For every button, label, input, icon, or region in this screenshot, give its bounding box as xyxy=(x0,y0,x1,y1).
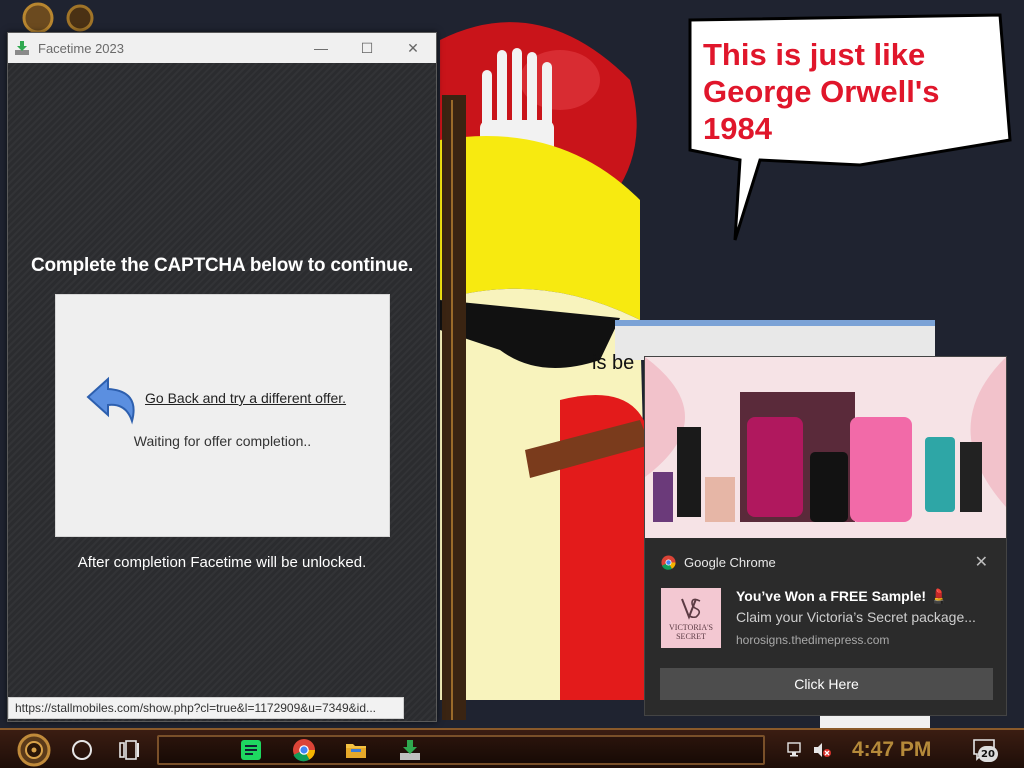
start-button[interactable] xyxy=(8,732,60,768)
go-back-link[interactable]: Go Back and try a different offer. xyxy=(145,390,346,406)
notification-count-badge: 20 xyxy=(978,746,998,762)
victorias-secret-logo: VICTORIA'S SECRET xyxy=(661,588,721,648)
notification-header: Google Chrome xyxy=(661,555,776,570)
status-url-bar: https://stallmobiles.com/show.php?cl=tru… xyxy=(8,697,404,719)
window-content: Complete the CAPTCHA below to continue. … xyxy=(8,63,436,721)
close-button[interactable]: ✕ xyxy=(390,33,436,63)
chrome-icon[interactable] xyxy=(292,738,316,762)
taskbar-clock[interactable]: 4:47 PM xyxy=(852,738,931,762)
file-explorer-icon[interactable] xyxy=(344,738,368,762)
minimize-button[interactable]: — xyxy=(298,33,344,63)
volume-muted-icon[interactable] xyxy=(812,742,832,758)
download-icon xyxy=(15,41,29,55)
taskbar: 4:47 PM 20 xyxy=(0,728,1024,768)
back-arrow-icon[interactable] xyxy=(86,375,142,425)
search-circle-icon[interactable] xyxy=(72,740,92,760)
captcha-panel: Go Back and try a different offer. Waiti… xyxy=(55,294,390,537)
notification-close-button[interactable]: ✕ xyxy=(975,552,988,572)
waiting-status: Waiting for offer completion.. xyxy=(133,433,312,449)
captcha-heading: Complete the CAPTCHA below to continue. xyxy=(30,255,414,276)
speech-bubble-text: This is just like George Orwell's 1984 xyxy=(703,37,940,146)
network-icon[interactable] xyxy=(787,742,805,758)
task-view-icon[interactable] xyxy=(118,739,140,761)
facetime-window: Facetime 2023 — ☐ ✕ Complete the CAPTCHA… xyxy=(7,32,437,722)
completion-notice: After completion Facetime will be unlock… xyxy=(77,554,367,571)
notification-source: horosigns.thedimepress.com xyxy=(736,633,890,647)
facetime-installer-icon[interactable] xyxy=(398,738,422,762)
vs-monogram-icon xyxy=(681,598,701,620)
notification-app-name: Google Chrome xyxy=(684,555,776,570)
chrome-notification[interactable]: Google Chrome ✕ VICTORIA'S SECRET You’ve… xyxy=(644,356,1007,716)
click-here-button[interactable]: Click Here xyxy=(660,668,993,700)
spotify-icon[interactable] xyxy=(239,738,263,762)
background-window-text: is be xyxy=(592,352,635,374)
logo-wordmark: VICTORIA'S SECRET xyxy=(669,623,713,641)
maximize-button[interactable]: ☐ xyxy=(344,33,390,63)
notification-title: You’ve Won a FREE Sample! 💄 xyxy=(736,588,948,604)
notification-message: Claim your Victoria’s Secret package... xyxy=(736,609,976,625)
perfume-banner-image xyxy=(645,357,1006,538)
chrome-icon xyxy=(661,555,676,570)
window-titlebar[interactable]: Facetime 2023 — ☐ ✕ xyxy=(8,33,436,63)
window-title: Facetime 2023 xyxy=(38,40,124,56)
